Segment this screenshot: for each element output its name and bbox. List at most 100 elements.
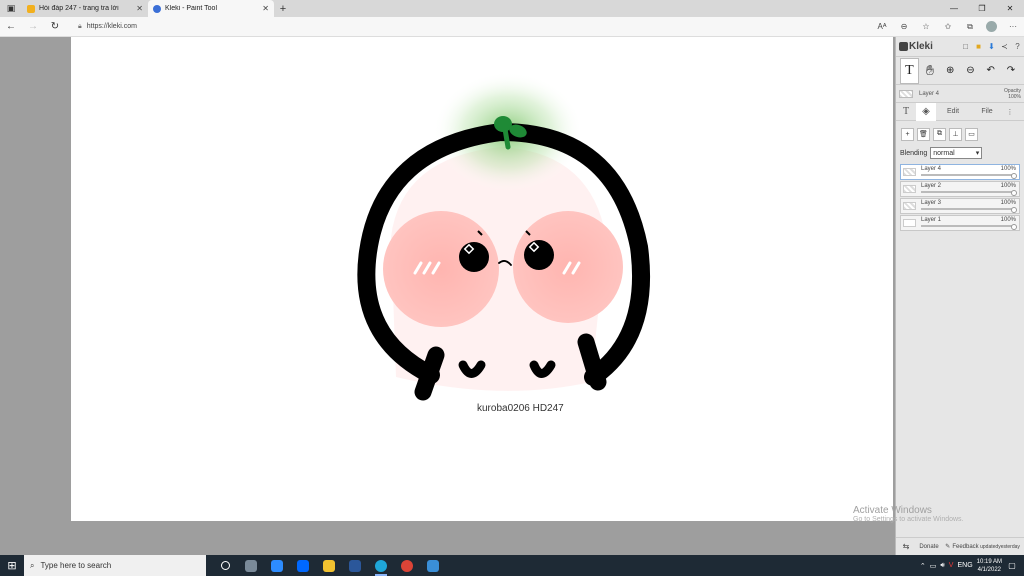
signature-text: kuroba0206 HD247 — [477, 403, 564, 414]
search-icon: ⌕ — [30, 560, 35, 570]
layer-opacity-handle[interactable] — [1011, 173, 1017, 179]
feedback-icon: ✎ — [945, 544, 951, 550]
more-options-icon[interactable]: ⋮ — [1004, 103, 1016, 121]
layer-thumbnail — [903, 202, 916, 210]
url-text: https://kleki.com — [86, 23, 137, 30]
kleki-logo[interactable]: Kleki — [899, 41, 933, 52]
forward-arrow-icon[interactable]: → — [22, 17, 44, 37]
open-folder-icon[interactable]: ■ — [972, 37, 985, 57]
back-arrow-icon[interactable]: ← — [0, 17, 22, 37]
rename-layer-icon[interactable]: ▭ — [965, 127, 978, 141]
tab-close-icon[interactable]: ✕ — [136, 4, 143, 13]
tab-actions-icon[interactable]: ▣ — [0, 0, 22, 17]
favorites-icon[interactable]: ✩ — [937, 17, 959, 37]
start-button-icon[interactable]: ⊞ — [0, 555, 24, 576]
notification-icon[interactable]: ▢ — [1006, 560, 1018, 572]
profile-avatar[interactable] — [986, 21, 997, 32]
layer-opacity-slider[interactable] — [921, 191, 1015, 193]
clock-date: 4/1/2022 — [977, 566, 1001, 573]
activate-windows-watermark: Activate Windows Go to Settings to activ… — [853, 505, 964, 523]
layer-opacity: 100% — [1000, 200, 1016, 206]
hand-tool-icon[interactable]: ✋︎ — [921, 58, 939, 84]
layer-item-4[interactable]: Layer 4 100% — [900, 164, 1020, 180]
zoom-icon[interactable]: ⊖ — [893, 17, 915, 37]
tab-tool-settings[interactable]: T — [896, 103, 916, 121]
tab-hoidap[interactable]: Hỏi đáp 247 - trang tra lời ✕ — [22, 0, 148, 17]
minimize-icon[interactable]: — — [940, 0, 968, 17]
clock[interactable]: 10:19 AM 4/1/2022 — [977, 558, 1002, 574]
taskbar-app-icon[interactable] — [238, 555, 264, 576]
language-indicator[interactable]: ENG — [957, 562, 972, 569]
layer-thumbnail — [903, 168, 916, 176]
drawing-canvas[interactable]: kuroba0206 HD247 — [71, 37, 893, 521]
task-view-icon[interactable] — [212, 555, 238, 576]
zoom-in-icon[interactable]: ⊕ — [941, 58, 959, 84]
network-icon[interactable]: ▭ — [930, 562, 937, 570]
sprout-stem — [502, 126, 511, 150]
download-icon[interactable]: ⬇ — [985, 37, 998, 57]
layer-opacity: 100% — [1000, 183, 1016, 189]
vivaldi-tray-icon[interactable]: V — [949, 562, 954, 569]
tab-layers-icon[interactable]: ◈ — [916, 102, 936, 121]
help-icon[interactable]: ? — [1011, 37, 1024, 57]
kleki-favicon-icon — [153, 4, 161, 13]
layer-opacity-slider[interactable] — [921, 174, 1015, 176]
merge-layer-icon[interactable]: ⊥ — [949, 127, 962, 141]
layer-opacity-handle[interactable] — [1011, 190, 1017, 196]
taskbar-search[interactable]: ⌕ Type here to search — [24, 555, 206, 576]
zoom-app-icon[interactable] — [264, 555, 290, 576]
address-bar: ← → ↻ 🔒︎ https://kleki.com Aᴬ ⊖ ☆ ✩ ⧉ ··… — [0, 17, 1024, 37]
text-tool-button[interactable]: T — [900, 57, 919, 84]
tab-close-icon[interactable]: ✕ — [262, 4, 269, 13]
layer-item-3[interactable]: Layer 3 100% — [900, 198, 1020, 214]
folder-glyph — [323, 559, 335, 572]
read-aloud-icon[interactable]: Aᴬ — [871, 17, 893, 37]
swap-side-icon[interactable]: ⇆ — [896, 538, 916, 556]
zalo-app-icon[interactable] — [290, 555, 316, 576]
new-tab-button[interactable]: + — [274, 0, 292, 17]
add-layer-icon[interactable]: + — [901, 127, 914, 141]
donate-link[interactable]: Donate — [916, 538, 942, 556]
redo-icon[interactable]: ↷ — [1002, 58, 1020, 84]
add-favorite-icon[interactable]: ☆ — [915, 17, 937, 37]
restore-icon[interactable]: ❐ — [968, 0, 996, 17]
photos-app-icon[interactable] — [420, 555, 446, 576]
undo-icon[interactable]: ↶ — [982, 58, 1000, 84]
task-view-glyph — [220, 561, 230, 570]
search-placeholder: Type here to search — [40, 561, 112, 570]
tab-title: Kleki - Paint Tool — [165, 5, 218, 12]
duplicate-layer-icon[interactable]: ⧉ — [933, 127, 946, 141]
share-icon[interactable]: ≺ — [998, 37, 1011, 57]
show-hidden-icons-icon[interactable]: ⌃ — [920, 562, 926, 570]
more-menu-icon[interactable]: ··· — [1002, 17, 1024, 37]
address-bar-actions: Aᴬ ⊖ ☆ ✩ ⧉ ··· — [871, 17, 1024, 37]
delete-layer-icon[interactable]: 🗑︎ — [917, 127, 930, 141]
close-window-icon[interactable]: ✕ — [996, 0, 1024, 17]
layer-opacity-handle[interactable] — [1011, 224, 1017, 230]
new-image-icon[interactable]: □ — [959, 37, 972, 57]
collections-icon[interactable]: ⧉ — [959, 17, 981, 37]
layer-item-2[interactable]: Layer 2 100% — [900, 181, 1020, 197]
word-app-icon[interactable] — [342, 555, 368, 576]
zoom-out-icon[interactable]: ⊖ — [961, 58, 979, 84]
layer-item-1[interactable]: Layer 1 100% — [900, 215, 1020, 231]
feedback-link[interactable]: ✎ Feedback — [942, 538, 982, 556]
volume-icon[interactable]: 🔊︎ — [940, 562, 944, 570]
refresh-icon[interactable]: ↻ — [44, 17, 66, 37]
layer-opacity-handle[interactable] — [1011, 207, 1017, 213]
chrome-app-icon[interactable] — [394, 555, 420, 576]
tab-kleki[interactable]: Kleki - Paint Tool ✕ — [148, 0, 274, 17]
url-field[interactable]: 🔒︎ https://kleki.com — [66, 23, 871, 31]
layer-name: Layer 1 — [921, 217, 942, 223]
blending-select[interactable]: normal ▾ — [930, 147, 983, 159]
file-explorer-icon[interactable] — [316, 555, 342, 576]
current-layer-name: Layer 4 — [919, 90, 940, 97]
blending-row: Blending normal ▾ — [896, 144, 1024, 162]
tab-edit[interactable]: Edit — [936, 103, 970, 121]
changelog-link[interactable]: updated yesterday — [980, 538, 1020, 556]
tab-file[interactable]: File — [970, 103, 1004, 121]
edge-app-icon[interactable] — [368, 555, 394, 576]
layer-opacity-slider[interactable] — [921, 225, 1015, 227]
current-layer-bar: Layer 4 Opacity 100% — [896, 85, 1024, 103]
layer-opacity-slider[interactable] — [921, 208, 1015, 210]
